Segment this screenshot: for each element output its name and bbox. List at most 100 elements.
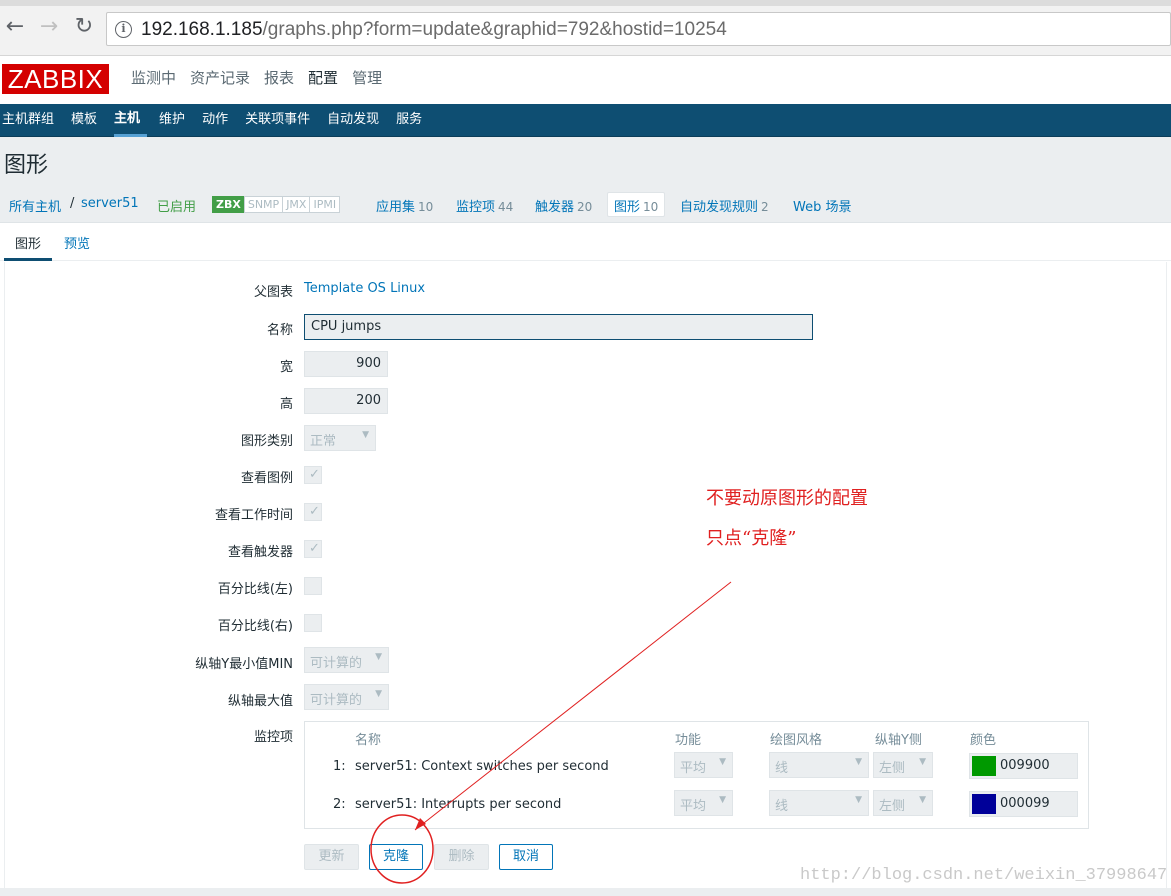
forward-icon[interactable]: → <box>36 14 62 40</box>
menu-monitoring[interactable]: 监测中 <box>124 56 183 104</box>
percentile-left-label: 百分比线(左) <box>217 582 293 597</box>
height-label: 高 <box>279 397 293 412</box>
ymin-label: 纵轴Y最小值MIN <box>195 657 293 672</box>
link-graphs-current[interactable]: 图形 10 <box>607 192 666 217</box>
function-value: 平均 <box>680 761 707 776</box>
graphs-count: 10 <box>643 200 659 214</box>
color-swatch[interactable] <box>972 794 996 814</box>
annotation-text-line1: 不要动原图形的配置 <box>706 488 868 509</box>
graphs-label: 图形 <box>614 200 641 215</box>
link-items[interactable]: 监控项 44 <box>456 196 513 215</box>
show-legend-label: 查看图例 <box>240 471 293 486</box>
breadcrumb-host[interactable]: server51 <box>81 196 139 211</box>
percentile-right-label: 百分比线(右) <box>217 619 293 634</box>
zabbix-logo[interactable]: ZABBIX <box>2 64 109 94</box>
reload-icon[interactable]: ↻ <box>71 14 97 40</box>
row-index: 2: <box>333 797 346 812</box>
applications-count: 10 <box>418 200 434 214</box>
url-path: /graphs.php?form=update&graphid=792&host… <box>262 19 727 40</box>
tab-preview[interactable]: 预览 <box>64 233 90 252</box>
link-triggers[interactable]: 触发器 20 <box>535 196 592 215</box>
chevron-down-icon: ▼ <box>855 757 862 767</box>
menu-administration[interactable]: 管理 <box>345 56 389 104</box>
height-input[interactable]: 200 <box>304 388 388 414</box>
address-bar[interactable]: i 192.168.1.185/graphs.php?form=update&g… <box>106 12 1171 46</box>
item-name-link[interactable]: server51: Interrupts per second <box>355 797 561 812</box>
subnav-actions[interactable]: 动作 <box>202 104 235 137</box>
tab-graph[interactable]: 图形 <box>4 233 52 261</box>
discovery-count: 2 <box>761 200 769 214</box>
back-icon[interactable]: ← <box>2 14 28 40</box>
checkmark-icon: ✓ <box>309 467 320 482</box>
form-tabs: 图形 预览 <box>0 223 1171 261</box>
host-breadcrumb: 所有主机 / server51 已启用 ZBX SNMP JMX IPMI 应用… <box>0 187 1171 223</box>
show-legend-checkbox[interactable]: ✓ <box>304 466 322 484</box>
link-applications[interactable]: 应用集 10 <box>376 196 433 215</box>
url-text[interactable]: 192.168.1.185/graphs.php?form=update&gra… <box>141 19 727 41</box>
page-footer-strip <box>0 888 1171 896</box>
graph-type-value: 正常 <box>310 434 337 449</box>
menu-reports[interactable]: 报表 <box>257 56 301 104</box>
graph-type-select[interactable]: 正常 ▼ <box>304 425 376 451</box>
width-input[interactable]: 900 <box>304 351 388 377</box>
color-value: 000099 <box>1000 796 1050 811</box>
menu-configuration[interactable]: 配置 <box>301 56 345 104</box>
ymin-select[interactable]: 可计算的 ▼ <box>304 647 389 673</box>
subnav-correlation[interactable]: 关联项事件 <box>245 104 317 137</box>
applications-label: 应用集 <box>376 200 416 215</box>
top-navigation: ZABBIX 监测中 资产记录 报表 配置 管理 <box>0 56 1171 104</box>
color-input[interactable]: 009900 <box>969 753 1078 779</box>
info-icon[interactable]: i <box>115 21 132 38</box>
subnav-host-groups[interactable]: 主机群组 <box>2 104 61 137</box>
browser-tab-strip <box>0 0 1171 6</box>
show-triggers-label: 查看触发器 <box>227 545 293 560</box>
col-header-color: 颜色 <box>970 733 997 748</box>
link-discovery-rules[interactable]: 自动发现规则 2 <box>680 196 769 215</box>
delete-button[interactable]: 删除 <box>434 844 489 870</box>
function-select[interactable]: 平均 ▼ <box>674 752 733 778</box>
percentile-left-checkbox[interactable] <box>304 577 322 595</box>
subnav-services[interactable]: 服务 <box>396 104 429 137</box>
breadcrumb-all-hosts[interactable]: 所有主机 <box>9 196 61 215</box>
ymin-value: 可计算的 <box>310 656 363 671</box>
update-button[interactable]: 更新 <box>304 844 359 870</box>
page-title: 图形 <box>4 153 49 178</box>
function-value: 平均 <box>680 799 707 814</box>
badge-zbx: ZBX <box>212 196 245 213</box>
show-worktime-checkbox[interactable]: ✓ <box>304 503 322 521</box>
draw-style-select[interactable]: 线 ▼ <box>769 752 869 778</box>
checkmark-icon: ✓ <box>309 504 320 519</box>
link-web-scenarios[interactable]: Web 场景 <box>793 196 851 215</box>
parent-graph-label: 父图表 <box>253 285 293 300</box>
subnav-discovery[interactable]: 自动发现 <box>327 104 386 137</box>
y-axis-side-value: 左侧 <box>879 799 906 814</box>
ymax-select[interactable]: 可计算的 ▼ <box>304 684 389 710</box>
subnav-templates[interactable]: 模板 <box>71 104 104 137</box>
graph-type-label: 图形类别 <box>240 434 293 449</box>
subnav-hosts[interactable]: 主机 <box>114 104 148 137</box>
clone-button[interactable]: 克隆 <box>369 844 423 870</box>
name-input[interactable]: CPU jumps <box>304 314 813 340</box>
subnav-maintenance[interactable]: 维护 <box>159 104 192 137</box>
sub-navigation: 主机群组 模板 主机 维护 动作 关联项事件 自动发现 服务 <box>0 104 1171 137</box>
color-input[interactable]: 000099 <box>969 791 1078 817</box>
color-swatch[interactable] <box>972 756 996 776</box>
cancel-button[interactable]: 取消 <box>499 844 553 870</box>
item-name-link[interactable]: server51: Context switches per second <box>355 759 609 774</box>
draw-style-select[interactable]: 线 ▼ <box>769 790 869 816</box>
percentile-right-checkbox[interactable] <box>304 614 322 632</box>
col-header-function: 功能 <box>675 733 702 748</box>
y-axis-side-select[interactable]: 左侧 ▼ <box>873 752 933 778</box>
y-axis-side-select[interactable]: 左侧 ▼ <box>873 790 933 816</box>
function-select[interactable]: 平均 ▼ <box>674 790 733 816</box>
show-triggers-checkbox[interactable]: ✓ <box>304 540 322 558</box>
triggers-count: 20 <box>577 200 593 214</box>
items-section-label: 监控项 <box>253 730 293 745</box>
graph-items-table: 名称 功能 绘图风格 纵轴Y侧 颜色 1: server51: Context … <box>304 721 1089 829</box>
watermark: http://blog.csdn.net/weixin_37998647 <box>800 866 1168 885</box>
chevron-down-icon: ▼ <box>855 795 862 805</box>
menu-inventory[interactable]: 资产记录 <box>183 56 257 104</box>
parent-graph-link[interactable]: Template OS Linux <box>304 281 425 296</box>
host-status[interactable]: 已启用 <box>157 196 196 215</box>
page-header: 图形 <box>0 137 1171 187</box>
